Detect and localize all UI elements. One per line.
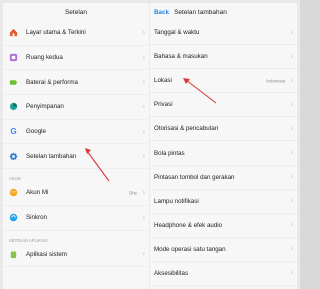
settings-item-button-shortcuts[interactable]: Pintasan tombol dan gerakan ›	[150, 166, 297, 190]
additional-settings-header: Back Setelan tambahan	[150, 3, 297, 21]
additional-settings-pane: Back Setelan tambahan Tanggal & waktu › …	[150, 3, 297, 289]
settings-item-label: Aksesibilitas	[154, 269, 189, 277]
settings-item-label: Lokasi	[154, 77, 172, 85]
settings-item-storage[interactable]: Penyimpanan ›	[3, 95, 149, 120]
chevron-right-icon: ›	[290, 101, 293, 109]
second-space-icon	[9, 53, 18, 62]
settings-item-label: Bahasa & masukan	[154, 53, 208, 61]
settings-item-location[interactable]: Lokasi Indonesia ›	[150, 69, 297, 94]
settings-item-label: Aplikasi sistem	[26, 250, 67, 258]
location-value: Indonesia	[266, 78, 285, 84]
settings-item-date-time[interactable]: Tanggal & waktu ›	[150, 21, 297, 46]
settings-item-label: Headphone & efek audio	[154, 221, 223, 229]
screenshot-frame: Setelan Layar utama & Terkini › Ruang ke…	[0, 0, 300, 289]
settings-item-one-handed-mode[interactable]: Mode operasi satu tangan ›	[150, 238, 297, 262]
svg-text:G: G	[10, 127, 16, 136]
chevron-right-icon: ›	[290, 173, 293, 181]
section-header-app-settings: SETELAN APLIKASI	[9, 237, 48, 243]
chevron-right-icon: ›	[290, 77, 293, 85]
settings-item-authorization[interactable]: Otorisasi & pencabutan ›	[150, 117, 297, 142]
chevron-right-icon: ›	[290, 29, 293, 37]
settings-item-headphone-audio[interactable]: Headphone & efek audio ›	[150, 214, 297, 238]
settings-item-label: Lampu notifikasi	[154, 197, 199, 205]
settings-item-home-screen[interactable]: Layar utama & Terkini ›	[3, 21, 149, 46]
settings-item-label: Otorisasi & pencabutan	[154, 125, 219, 133]
settings-item-language-input[interactable]: Bahasa & masukan ›	[150, 45, 297, 70]
settings-item-label: Bola pintas	[154, 149, 185, 157]
back-button[interactable]: Back	[154, 9, 169, 16]
settings-item-google[interactable]: G Google ›	[3, 120, 149, 145]
chevron-right-icon: ›	[290, 125, 293, 133]
section-header-account: AKUN	[9, 176, 21, 182]
chevron-right-icon: ›	[142, 128, 145, 136]
page-title: Setelan tambahan	[174, 8, 227, 16]
mi-account-icon	[9, 188, 18, 197]
sync-icon	[9, 213, 18, 222]
settings-header: Setelan	[3, 3, 149, 21]
settings-pane: Setelan Layar utama & Terkini › Ruang ke…	[3, 3, 149, 289]
home-icon	[9, 28, 18, 37]
chevron-right-icon: ›	[142, 78, 145, 86]
settings-item-label: Tanggal & waktu	[154, 29, 200, 37]
settings-item-quick-ball[interactable]: Bola pintas ›	[150, 141, 297, 166]
battery-icon	[9, 78, 18, 87]
chevron-right-icon: ›	[290, 269, 293, 277]
chevron-right-icon: ›	[142, 54, 145, 62]
settings-item-label: Pintasan tombol dan gerakan	[154, 173, 235, 181]
system-apps-icon	[9, 250, 18, 259]
chevron-right-icon: ›	[290, 221, 293, 229]
chevron-right-icon: ›	[142, 189, 145, 197]
chevron-right-icon: ›	[290, 197, 293, 205]
chevron-right-icon: ›	[142, 250, 145, 258]
settings-item-label: Penyimpanan	[26, 103, 64, 111]
settings-item-label: Layar utama & Terkini	[26, 29, 86, 37]
settings-item-label: Mode operasi satu tangan	[154, 245, 226, 253]
settings-item-label: Privasi	[154, 101, 173, 109]
settings-item-mi-account[interactable]: Akun Mi Dhe ›	[3, 181, 149, 206]
settings-item-notification-light[interactable]: Lampu notifikasi ›	[150, 190, 297, 214]
settings-item-label: Baterai & performa	[26, 78, 78, 86]
chevron-right-icon: ›	[290, 53, 293, 61]
settings-item-label: Akun Mi	[26, 189, 49, 197]
settings-item-label: Google	[26, 128, 46, 136]
settings-item-second-space[interactable]: Ruang kedua ›	[3, 46, 149, 71]
settings-item-privacy[interactable]: Privasi ›	[150, 93, 297, 118]
storage-icon	[9, 102, 18, 111]
settings-item-label: Ruang kedua	[26, 54, 63, 62]
chevron-right-icon: ›	[142, 29, 145, 37]
chevron-right-icon: ›	[290, 245, 293, 253]
annotation-arrow	[85, 148, 110, 182]
page-title: Setelan	[64, 8, 88, 16]
settings-item-additional-settings[interactable]: Setelan tambahan ›	[3, 144, 149, 170]
gear-icon	[9, 152, 18, 161]
settings-item-label: Sinkron	[26, 214, 47, 222]
settings-item-battery[interactable]: Baterai & performa ›	[3, 70, 149, 96]
account-name-value: Dhe	[129, 190, 137, 196]
annotation-arrow	[183, 78, 217, 104]
settings-item-label: Setelan tambahan	[26, 152, 77, 160]
google-icon: G	[9, 127, 18, 136]
settings-item-system-apps[interactable]: Aplikasi sistem ›	[3, 243, 149, 268]
chevron-right-icon: ›	[142, 103, 145, 111]
settings-item-accessibility[interactable]: Aksesibilitas ›	[150, 262, 297, 287]
chevron-right-icon: ›	[290, 149, 293, 157]
settings-item-sync[interactable]: Sinkron ›	[3, 206, 149, 231]
chevron-right-icon: ›	[142, 214, 145, 222]
chevron-right-icon: ›	[142, 152, 145, 160]
